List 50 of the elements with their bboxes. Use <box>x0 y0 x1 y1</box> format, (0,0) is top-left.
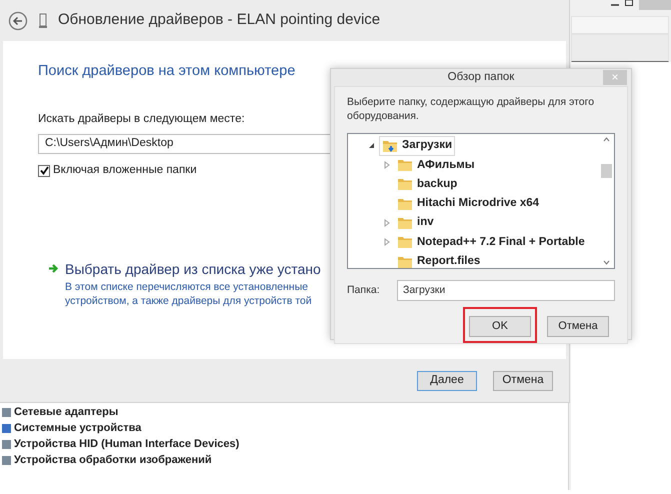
checkbox[interactable] <box>38 164 50 177</box>
scroll-up-icon[interactable] <box>603 137 610 142</box>
arrow-icon <box>48 263 59 274</box>
cancel-button[interactable]: Отмена <box>493 370 553 390</box>
folder-icon <box>397 216 413 230</box>
folder-item[interactable]: Report.files <box>394 252 484 268</box>
device-icon <box>2 422 11 434</box>
collapsed-arrow-icon[interactable] <box>384 238 390 246</box>
device-category[interactable]: Устройства HID (Human Interface Devices) <box>14 436 240 452</box>
folder-item[interactable]: inv <box>394 213 437 233</box>
maximize-icon[interactable] <box>625 0 633 6</box>
folder-item[interactable]: АФильмы <box>394 156 478 175</box>
collapsed-arrow-icon[interactable] <box>384 219 390 228</box>
window-title: Обновление драйверов - ELAN pointing device <box>58 10 380 30</box>
device-icon <box>2 438 11 450</box>
folder-field[interactable]: Загрузки <box>397 280 615 302</box>
device-icon <box>38 12 48 28</box>
folder-label: Папка: <box>347 282 381 298</box>
option-description: В этом списке перечисляются все установленные <box>65 280 309 294</box>
folder-item[interactable]: Notepad++ 7.2 Final + Portable <box>394 232 588 252</box>
cancel-button[interactable]: Отмена <box>547 316 609 337</box>
scroll-down-icon[interactable] <box>603 260 610 266</box>
dialog-prompt: Выберите папку, содержащую драйверы для этого оборудования. <box>347 95 596 124</box>
folder-icon <box>397 196 413 211</box>
folder-icon <box>397 235 413 250</box>
folder-item[interactable]: Загрузки <box>379 136 456 156</box>
device-icon <box>2 454 11 466</box>
back-icon[interactable] <box>8 10 28 30</box>
device-icon <box>2 406 11 418</box>
checkbox-label: Включая вложенные папки <box>53 163 197 178</box>
field-label: Искать драйверы в следующем месте: <box>38 112 245 127</box>
folder-item[interactable]: backup <box>394 174 460 194</box>
ok-button[interactable]: OK <box>469 316 531 337</box>
scroll-thumb[interactable] <box>601 164 612 178</box>
expanded-arrow-icon[interactable] <box>368 142 375 150</box>
folder-icon <box>397 254 413 268</box>
dialog-title: Обзор папок <box>448 70 514 85</box>
device-category[interactable]: Сетевые адаптеры <box>14 404 118 420</box>
option-link[interactable]: Выбрать драйвер из списка уже устано <box>65 259 321 280</box>
next-button[interactable]: Далее <box>417 370 477 390</box>
option-description: устройством, а также драйверы для устройств той <box>65 294 313 308</box>
collapsed-arrow-icon[interactable] <box>384 161 390 170</box>
folder-icon <box>397 158 413 172</box>
folder-icon <box>397 177 413 192</box>
page-heading: Поиск драйверов на этом компьютере <box>38 62 296 81</box>
check-icon <box>40 166 48 176</box>
device-category[interactable]: Системные устройства <box>14 420 142 436</box>
device-category[interactable]: Устройства обработки изображений <box>14 452 212 468</box>
download-folder-icon <box>382 138 398 153</box>
folder-item[interactable]: Hitachi Microdrive x64 <box>394 194 542 214</box>
